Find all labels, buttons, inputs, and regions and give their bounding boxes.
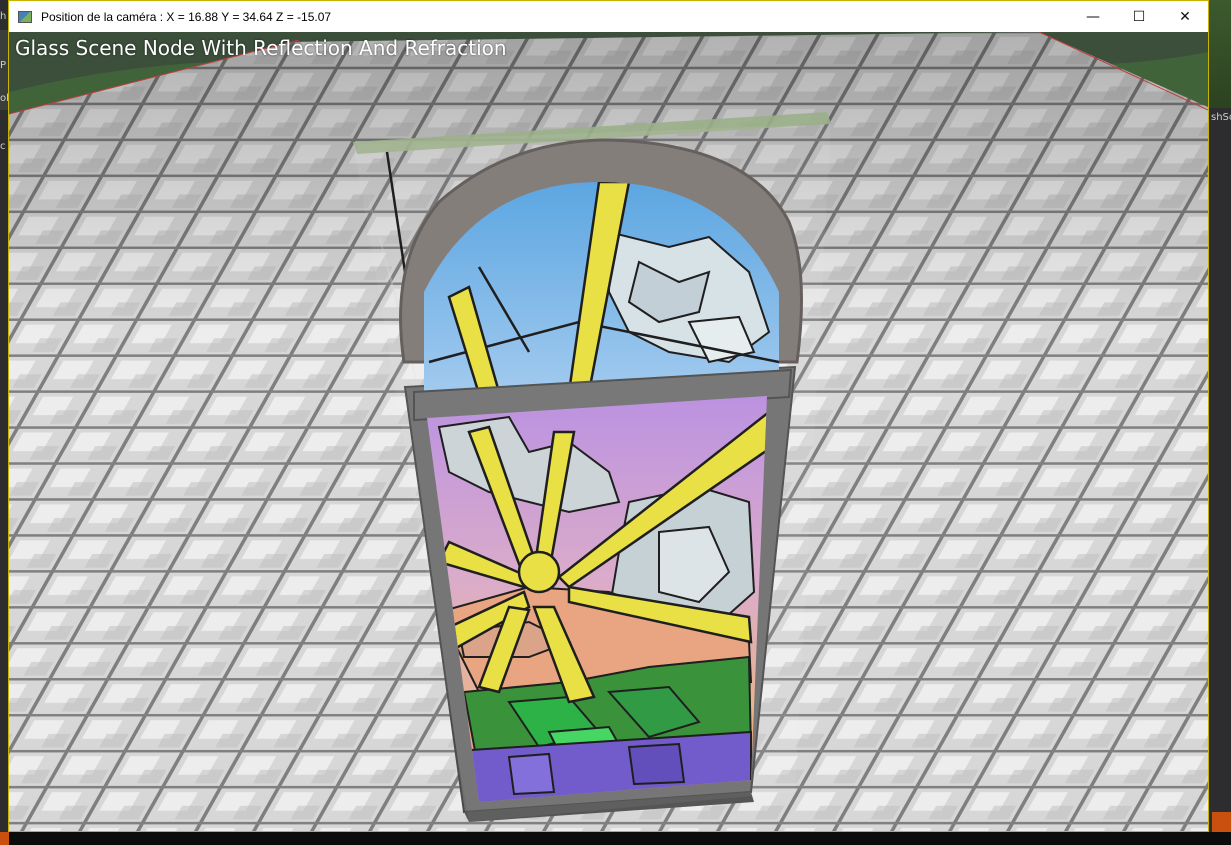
minimize-icon: — <box>1086 8 1100 25</box>
3d-viewport[interactable]: Glass Scene Node With Reflection And Ref… <box>9 32 1208 831</box>
background-text-fragment: h <box>0 11 7 22</box>
background-accent <box>1212 812 1231 832</box>
background-right-panel <box>1209 0 1231 845</box>
title-bar[interactable]: Position de la caméra : X = 16.88 Y = 34… <box>9 1 1208 32</box>
maximize-button[interactable]: ☐ <box>1116 1 1162 32</box>
app-window-icon <box>18 10 32 23</box>
taskbar <box>0 832 1231 845</box>
background-text-fragment: P <box>0 60 7 71</box>
scene-render <box>9 32 1208 831</box>
background-text-fragment: shSc <box>1211 112 1231 123</box>
scene-title: Glass Scene Node With Reflection And Ref… <box>15 36 507 60</box>
close-button[interactable]: ✕ <box>1162 1 1208 32</box>
close-icon: ✕ <box>1179 8 1191 25</box>
window-controls: — ☐ ✕ <box>1070 1 1208 32</box>
minimize-button[interactable]: — <box>1070 1 1116 32</box>
background-text-fragment: c <box>0 141 6 152</box>
background-right-thumbnail <box>1209 0 1231 108</box>
window-title: Position de la caméra : X = 16.88 Y = 34… <box>41 9 332 24</box>
app-window: Position de la caméra : X = 16.88 Y = 34… <box>8 0 1209 832</box>
maximize-icon: ☐ <box>1132 8 1146 25</box>
taskbar-accent <box>0 832 9 845</box>
